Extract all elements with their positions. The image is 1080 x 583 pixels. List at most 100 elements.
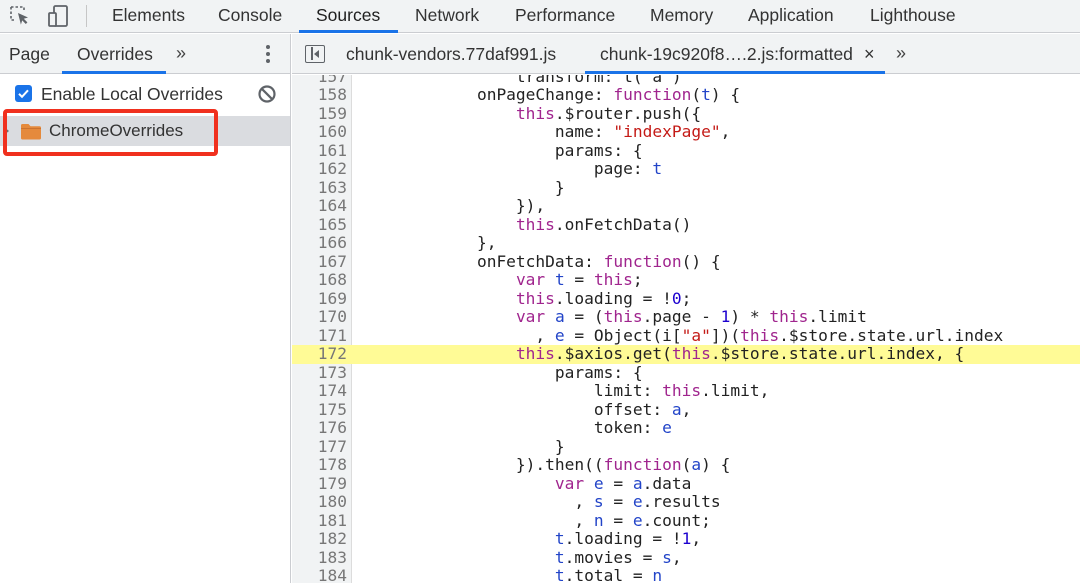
code-line[interactable]: 176 token: e — [292, 418, 1080, 438]
tab-application[interactable]: Application — [748, 0, 834, 32]
line-number[interactable]: 165 — [292, 215, 347, 235]
code-text: onPageChange: function(t) { — [360, 85, 740, 105]
enable-overrides-label[interactable]: Enable Local Overrides — [41, 74, 223, 114]
code-line[interactable]: 160 name: "indexPage", — [292, 122, 1080, 142]
tab-network[interactable]: Network — [415, 0, 479, 32]
close-tab-icon[interactable]: × — [864, 34, 875, 74]
line-number[interactable]: 164 — [292, 196, 347, 216]
line-number[interactable]: 182 — [292, 529, 347, 549]
code-token: , — [360, 325, 555, 345]
line-number[interactable]: 161 — [292, 141, 347, 161]
more-tabs-button[interactable]: » — [176, 34, 186, 74]
line-number[interactable]: 170 — [292, 307, 347, 327]
toggle-navigator-icon[interactable] — [305, 45, 325, 63]
code-line[interactable]: 161 params: { — [292, 141, 1080, 161]
code-line[interactable]: 172 this.$axios.get(this.$store.state.ur… — [292, 344, 1080, 364]
line-number[interactable]: 175 — [292, 400, 347, 420]
enable-overrides-checkbox[interactable] — [15, 85, 32, 102]
code-token: .data — [642, 473, 692, 493]
line-number[interactable]: 172 — [292, 344, 347, 364]
line-number[interactable]: 166 — [292, 233, 347, 253]
inspect-element-icon[interactable] — [8, 4, 32, 28]
code-line[interactable]: 183 t.movies = s, — [292, 548, 1080, 568]
code-line[interactable]: 159 this.$router.push({ — [292, 104, 1080, 124]
line-number[interactable]: 173 — [292, 363, 347, 383]
code-line[interactable]: 171 , e = Object(i["a"])(this.$store.sta… — [292, 325, 1080, 346]
tab-sources[interactable]: Sources — [316, 0, 380, 32]
code-token: this — [740, 325, 780, 345]
line-number[interactable]: 168 — [292, 270, 347, 290]
clear-overrides-icon[interactable] — [257, 84, 277, 104]
code-line[interactable]: 167 onFetchData: function() { — [292, 251, 1080, 272]
code-line[interactable]: 175 offset: a, — [292, 399, 1080, 420]
code-line[interactable]: 170 var a = (this.page - 1) * this.limit — [292, 307, 1080, 327]
code-line[interactable]: 180 , s = e.results — [292, 492, 1080, 512]
more-files-button[interactable]: » — [896, 34, 906, 74]
code-editor[interactable]: 157 transform: t("a") 158 onPageChange: f… — [292, 75, 1080, 583]
code-line[interactable]: 179 var e = a.data — [292, 473, 1080, 494]
kebab-menu-icon[interactable] — [258, 42, 278, 66]
line-number[interactable]: 171 — [292, 326, 347, 346]
code-token: a — [632, 473, 643, 493]
file-tab-chunk-formatted[interactable]: chunk-19c920f8….2.js:formatted — [600, 34, 853, 74]
line-number[interactable]: 181 — [292, 511, 347, 531]
tab-page[interactable]: Page — [9, 34, 50, 74]
code-token: .count; — [642, 510, 711, 530]
line-number[interactable]: 160 — [292, 122, 347, 142]
code-line[interactable]: 164 }), — [292, 196, 1080, 216]
file-tab-chunk-vendors[interactable]: chunk-vendors.77daf991.js — [346, 34, 556, 74]
code-line[interactable]: 162 page: t — [292, 159, 1080, 179]
code-token: } — [360, 436, 565, 456]
line-number[interactable]: 174 — [292, 381, 347, 401]
code-token: token: — [360, 418, 663, 437]
code-token: "indexPage" — [613, 122, 721, 141]
code-token: offset: — [360, 399, 672, 419]
line-number[interactable]: 167 — [292, 252, 347, 272]
code-token: var — [515, 307, 546, 326]
code-token: this — [515, 344, 555, 363]
code-token: this — [515, 288, 555, 308]
code-line[interactable]: 165 this.onFetchData() — [292, 215, 1080, 235]
tab-overrides[interactable]: Overrides — [77, 34, 153, 74]
code-line[interactable]: 158 onPageChange: function(t) { — [292, 85, 1080, 105]
line-number[interactable]: 162 — [292, 159, 347, 179]
line-number[interactable]: 179 — [292, 474, 347, 494]
code-text: , e = Object(i["a"])(this.$store.state.u… — [360, 325, 1003, 346]
code-line[interactable]: 178 }).then((function(a) { — [292, 455, 1080, 475]
line-number[interactable]: 169 — [292, 289, 347, 309]
line-number[interactable]: 183 — [292, 548, 347, 568]
code-token: = — [603, 510, 633, 530]
tab-lighthouse[interactable]: Lighthouse — [870, 0, 956, 32]
code-line[interactable]: 182 t.loading = !1, — [292, 529, 1080, 549]
line-number[interactable]: 176 — [292, 418, 347, 438]
code-line[interactable]: 184 t.total = n — [292, 566, 1080, 583]
code-line[interactable]: 173 params: { — [292, 363, 1080, 383]
code-token: () { — [681, 251, 721, 271]
line-number[interactable]: 163 — [292, 178, 347, 198]
code-token: t — [701, 85, 711, 104]
tab-performance[interactable]: Performance — [515, 0, 615, 32]
code-token: e — [632, 492, 643, 511]
code-line[interactable]: 174 limit: this.limit, — [292, 381, 1080, 401]
code-line[interactable]: 168 var t = this; — [292, 270, 1080, 290]
line-number[interactable]: 178 — [292, 455, 347, 475]
line-number[interactable]: 159 — [292, 104, 347, 124]
line-number[interactable]: 184 — [292, 566, 347, 583]
tab-console[interactable]: Console — [218, 0, 282, 32]
line-number[interactable]: 180 — [292, 492, 347, 512]
code-line[interactable]: 169 this.loading = !0; — [292, 288, 1080, 309]
tab-memory[interactable]: Memory — [650, 0, 713, 32]
code-token: 0 — [671, 288, 682, 308]
line-number[interactable]: 158 — [292, 85, 347, 105]
tab-elements[interactable]: Elements — [112, 0, 185, 32]
code-line[interactable]: 181 , n = e.count; — [292, 510, 1080, 531]
line-number[interactable]: 177 — [292, 437, 347, 457]
device-toggle-icon[interactable] — [46, 4, 70, 28]
code-line[interactable]: 166 }, — [292, 233, 1080, 253]
code-token: t — [652, 159, 663, 178]
code-line[interactable]: 177 } — [292, 436, 1080, 457]
code-token: .$axios.get( — [554, 344, 672, 363]
code-token: } — [360, 177, 565, 197]
code-line[interactable]: 163 } — [292, 177, 1080, 198]
